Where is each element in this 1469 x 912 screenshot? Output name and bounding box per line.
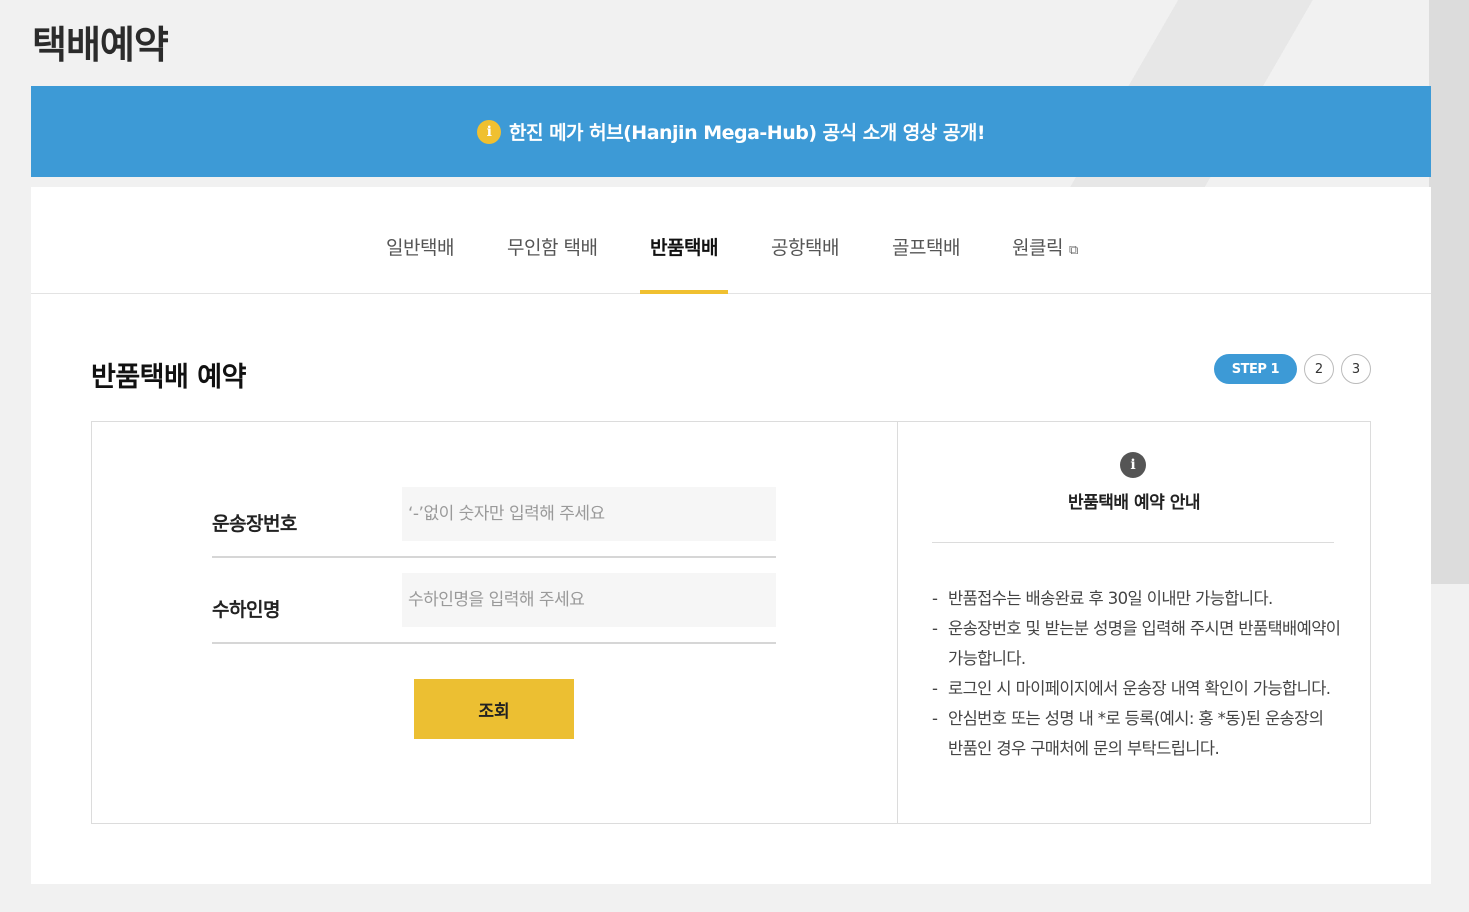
step-3: 3 xyxy=(1341,354,1371,384)
tab-general[interactable]: 일반택배 xyxy=(386,233,454,294)
list-item: 반품접수는 배송완료 후 30일 이내만 가능합니다. xyxy=(932,584,1342,614)
tab-airport[interactable]: 공항택배 xyxy=(771,233,839,294)
notice-text: 한진 메가 허브(Hanjin Mega-Hub) 공식 소개 영상 공개! xyxy=(509,122,986,144)
receiver-label: 수하인명 xyxy=(212,599,280,621)
info-icon: i xyxy=(1120,452,1146,478)
background-edge xyxy=(1429,0,1469,584)
step-indicator: STEP 1 2 3 xyxy=(1213,354,1371,384)
list-item: 로그인 시 마이페이지에서 운송장 내역 확인이 가능합니다. xyxy=(932,674,1342,704)
list-item: 안심번호 또는 성명 내 *로 등록(예시: 홍 *동)된 운송장의 반품인 경… xyxy=(932,704,1342,764)
tab-bar: 일반택배 무인함 택배 반품택배 공항택배 골프택배 원클릭 ⧉ xyxy=(31,187,1431,294)
step-2: 2 xyxy=(1304,354,1334,384)
waybill-label: 운송장번호 xyxy=(212,513,297,535)
receiver-row: 수하인명 xyxy=(212,573,776,644)
tab-return[interactable]: 반품택배 xyxy=(640,233,728,294)
receiver-input[interactable] xyxy=(402,573,776,627)
reservation-form-box: 운송장번호 수하인명 조회 i 반품택배 예약 안내 반품접수는 배송완료 후 … xyxy=(91,421,1371,824)
step-1: STEP 1 xyxy=(1213,354,1297,384)
external-link-icon: ⧉ xyxy=(1068,243,1078,258)
waybill-input[interactable] xyxy=(402,487,776,541)
info-list: 반품접수는 배송완료 후 30일 이내만 가능합니다. 운송장번호 및 받는분 … xyxy=(932,584,1342,764)
tab-oneclick[interactable]: 원클릭 ⧉ xyxy=(1012,233,1078,294)
tab-golf[interactable]: 골프택배 xyxy=(892,233,960,294)
info-title: 반품택배 예약 안내 xyxy=(1068,493,1200,513)
tab-locker[interactable]: 무인함 택배 xyxy=(507,233,598,294)
section-title: 반품택배 예약 xyxy=(91,362,246,393)
divider xyxy=(932,542,1334,543)
notice-banner[interactable]: i 한진 메가 허브(Hanjin Mega-Hub) 공식 소개 영상 공개! xyxy=(31,86,1431,177)
main-panel: 일반택배 무인함 택배 반품택배 공항택배 골프택배 원클릭 ⧉ 반품택배 예약 … xyxy=(31,187,1431,884)
info-icon: i xyxy=(477,119,501,144)
page-title: 택배예약 xyxy=(32,23,169,67)
list-item: 운송장번호 및 받는분 성명을 입력해 주시면 반품택배예약이 가능합니다. xyxy=(932,614,1342,674)
waybill-row: 운송장번호 xyxy=(212,487,776,558)
lookup-form: 운송장번호 수하인명 조회 xyxy=(92,422,898,823)
info-panel: i 반품택배 예약 안내 반품접수는 배송완료 후 30일 이내만 가능합니다.… xyxy=(898,422,1370,823)
search-button[interactable]: 조회 xyxy=(414,679,574,739)
